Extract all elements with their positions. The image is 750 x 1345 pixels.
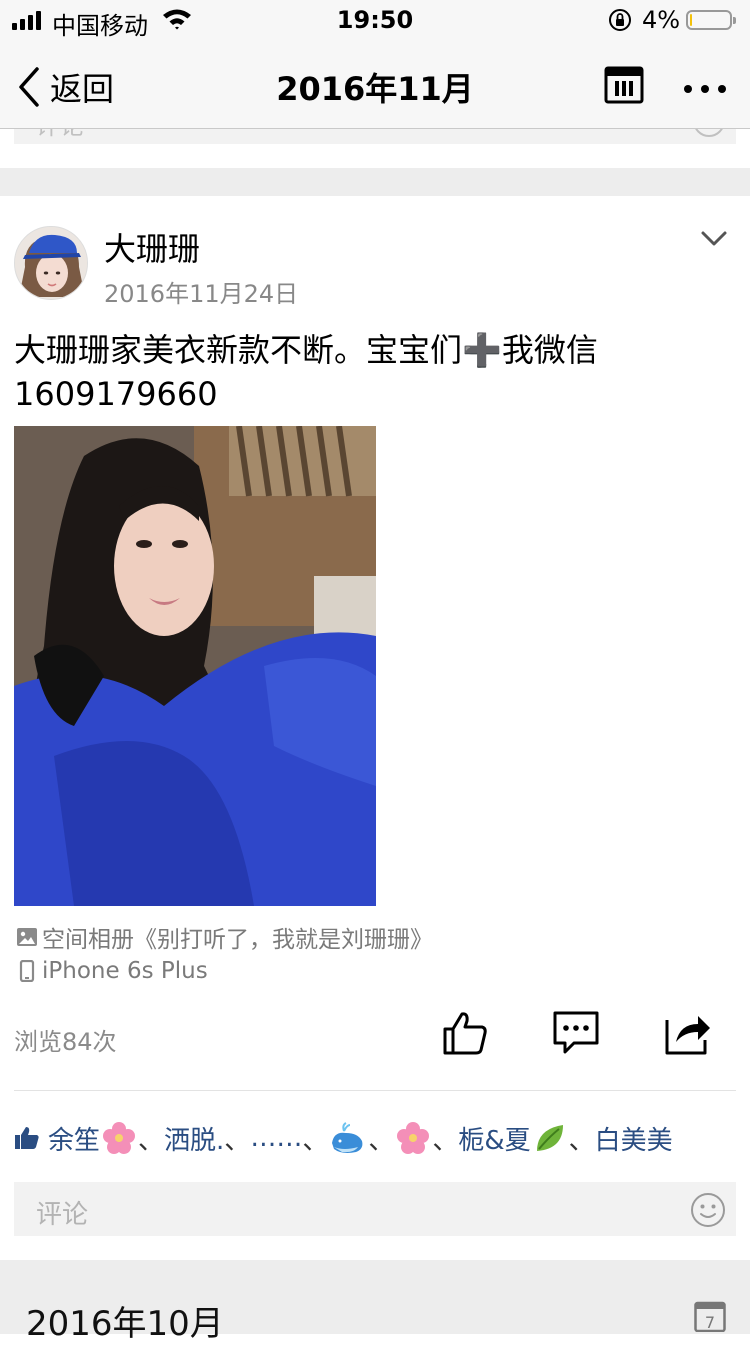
separator: 、 bbox=[302, 1125, 329, 1156]
whale-icon[interactable] bbox=[330, 1121, 366, 1155]
navigation-bar: 返回 2016年11月 bbox=[0, 40, 750, 129]
back-button[interactable]: 返回 bbox=[18, 64, 114, 110]
comment-placeholder: 评论 bbox=[36, 1200, 89, 1230]
liker-name[interactable]: 余笙 bbox=[48, 1120, 100, 1157]
post-text-line: 大珊珊家美衣新款不断。宝宝们➕我微信 bbox=[14, 331, 598, 369]
like-icon[interactable] bbox=[442, 1010, 488, 1056]
comment-input[interactable]: 评论 bbox=[14, 1182, 736, 1236]
author-name[interactable]: 大珊珊 bbox=[104, 224, 200, 270]
post-date: 2016年11月24日 bbox=[104, 280, 299, 308]
separator: 、 bbox=[224, 1125, 251, 1156]
liker-name[interactable]: 栀&夏 bbox=[458, 1120, 530, 1157]
rotation-lock-icon bbox=[609, 9, 631, 31]
battery-icon bbox=[686, 10, 736, 30]
divider bbox=[14, 1090, 736, 1091]
leaf-icon bbox=[533, 1121, 567, 1155]
photo-icon bbox=[17, 928, 37, 946]
device-source: iPhone 6s Plus bbox=[16, 958, 208, 984]
separator: 、 bbox=[432, 1125, 459, 1156]
previous-comment-placeholder: 评论 bbox=[36, 128, 84, 141]
phone-icon bbox=[19, 960, 35, 982]
separator: 、 bbox=[568, 1125, 595, 1156]
flower-icon[interactable] bbox=[396, 1121, 430, 1155]
status-bar: 中国移动 19:50 4% bbox=[0, 0, 750, 40]
back-label: 返回 bbox=[50, 70, 115, 108]
more-icon[interactable] bbox=[684, 78, 735, 97]
separator: 、 bbox=[138, 1125, 165, 1156]
chevron-down-icon[interactable] bbox=[700, 230, 728, 248]
calendar-icon[interactable] bbox=[604, 64, 644, 104]
liker-name[interactable]: 洒脱. bbox=[164, 1120, 224, 1157]
separator: 、 bbox=[368, 1125, 395, 1156]
flower-icon bbox=[102, 1121, 136, 1155]
post-text: 大珊珊家美衣新款不断。宝宝们➕我微信 1609179660 bbox=[14, 328, 734, 416]
album-name: 空间相册《别打听了，我就是刘珊珊》 bbox=[42, 927, 433, 953]
chevron-left-icon bbox=[19, 67, 39, 107]
avatar-image bbox=[15, 227, 87, 299]
calendar-icon[interactable]: 7 bbox=[694, 1300, 726, 1332]
post-photo[interactable] bbox=[14, 426, 376, 906]
avatar[interactable] bbox=[14, 226, 88, 300]
liker-name[interactable]: …… bbox=[250, 1123, 302, 1153]
post-text-line: 1609179660 bbox=[14, 375, 218, 413]
emoji-icon[interactable] bbox=[690, 1192, 726, 1228]
share-icon[interactable] bbox=[664, 1010, 712, 1056]
emoji-icon bbox=[694, 128, 724, 137]
thumbs-up-icon bbox=[15, 1127, 39, 1149]
liker-name[interactable]: 白美美 bbox=[595, 1120, 673, 1157]
section-separator bbox=[0, 168, 750, 196]
device-name: iPhone 6s Plus bbox=[42, 958, 208, 984]
likes-list: 余笙 、 洒脱. 、 …… 、 、 、 栀&夏 、 白美美 bbox=[14, 1118, 673, 1158]
calendar-day: 7 bbox=[705, 1313, 715, 1332]
status-time: 19:50 bbox=[336, 6, 414, 34]
post-photo-image bbox=[14, 426, 376, 906]
album-source[interactable]: 空间相册《别打听了，我就是刘珊珊》 bbox=[16, 920, 433, 954]
comment-icon[interactable] bbox=[552, 1010, 600, 1056]
battery-percent: 4% bbox=[642, 6, 681, 34]
month-label: 2016年10月 bbox=[26, 1304, 224, 1344]
view-count: 浏览84次 bbox=[14, 1028, 117, 1056]
previous-comment-box[interactable]: 评论 bbox=[14, 128, 736, 144]
